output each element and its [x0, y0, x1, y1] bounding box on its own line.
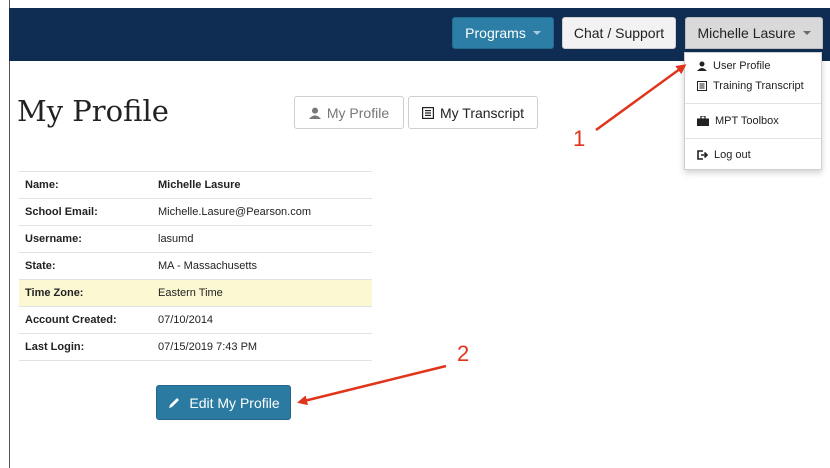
programs-menu-button[interactable]: Programs: [452, 17, 554, 49]
row-value: 07/10/2014: [158, 314, 214, 326]
menu-divider: [685, 138, 821, 139]
row-value: MA - Massachusetts: [158, 260, 258, 272]
table-row: State: MA - Massachusetts: [19, 252, 372, 279]
user-menu-button[interactable]: Michelle Lasure: [685, 17, 823, 49]
transcript-icon: [421, 106, 434, 119]
pencil-icon: [169, 397, 180, 408]
user-dropdown-menu: User Profile Training Transcript MPT Too…: [684, 52, 822, 170]
annotation-arrow-1: [595, 64, 687, 132]
row-label: Time Zone:: [25, 287, 84, 299]
row-value: Michelle Lasure: [158, 179, 241, 191]
my-profile-label: My Profile: [326, 104, 390, 121]
row-label: Account Created:: [25, 314, 117, 326]
menu-item-user-profile[interactable]: User Profile: [697, 60, 770, 72]
page-title: My Profile: [17, 94, 169, 128]
table-row: Username: lasumd: [19, 225, 372, 252]
table-row: Name: Michelle Lasure: [19, 171, 372, 198]
user-icon: [308, 107, 321, 119]
menu-item-label: Log out: [714, 149, 751, 161]
row-label: School Email:: [25, 206, 98, 218]
row-value: lasumd: [158, 233, 194, 245]
table-row: Time Zone: Eastern Time: [19, 279, 372, 306]
menu-item-label: User Profile: [713, 60, 771, 72]
menu-item-log-out[interactable]: Log out: [697, 149, 751, 161]
my-transcript-button[interactable]: My Transcript: [408, 96, 538, 129]
chat-support-label: Chat / Support: [573, 25, 665, 41]
edit-profile-button[interactable]: Edit My Profile: [156, 385, 291, 420]
my-profile-button[interactable]: My Profile: [294, 96, 404, 129]
edit-profile-label: Edit My Profile: [189, 394, 280, 411]
menu-item-training-transcript[interactable]: Training Transcript: [697, 80, 804, 92]
table-row: Last Login: 07/15/2019 7:43 PM: [19, 333, 372, 360]
row-label: State:: [25, 260, 56, 272]
menu-item-mpt-toolbox[interactable]: MPT Toolbox: [697, 115, 779, 127]
my-transcript-label: My Transcript: [439, 104, 524, 121]
user-menu-label: Michelle Lasure: [697, 25, 796, 41]
annotation-number-1: 1: [573, 126, 586, 151]
chevron-down-icon: [532, 31, 541, 35]
menu-divider: [685, 103, 821, 104]
annotation-arrow-2: [297, 364, 447, 406]
row-value: 07/15/2019 7:43 PM: [158, 341, 258, 353]
table-row: School Email: Michelle.Lasure@Pearson.co…: [19, 198, 372, 225]
row-label: Username:: [25, 233, 82, 245]
user-icon: [697, 61, 707, 71]
transcript-icon: [697, 81, 707, 91]
row-label: Last Login:: [25, 341, 85, 353]
chevron-down-icon: [802, 31, 811, 35]
table-divider: [19, 360, 372, 361]
menu-item-label: MPT Toolbox: [715, 115, 779, 127]
briefcase-icon: [697, 116, 709, 126]
chat-support-button[interactable]: Chat / Support: [562, 17, 676, 49]
menu-item-label: Training Transcript: [713, 80, 804, 92]
annotation-number-2: 2: [457, 341, 470, 366]
table-row: Account Created: 07/10/2014: [19, 306, 372, 333]
row-label: Name:: [25, 179, 59, 191]
row-value: Eastern Time: [158, 287, 223, 299]
logout-icon: [697, 150, 708, 160]
row-value: Michelle.Lasure@Pearson.com: [158, 206, 312, 218]
window-left-border: [9, 0, 10, 468]
programs-label: Programs: [465, 25, 526, 41]
